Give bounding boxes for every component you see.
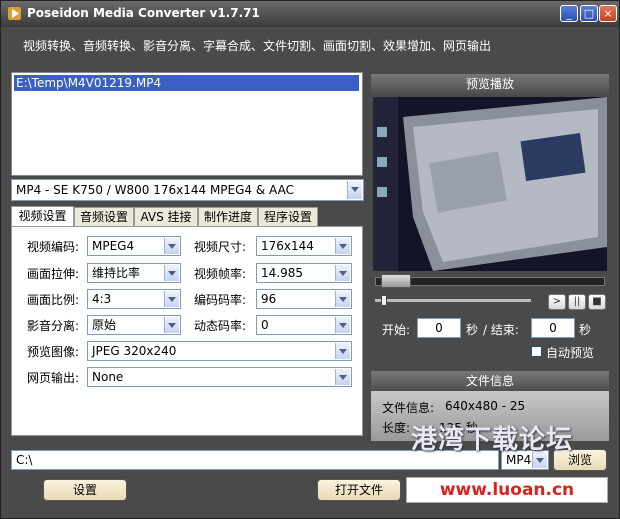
file-info-header: 文件信息 (371, 371, 609, 391)
info-video-label: 文件信息: (382, 401, 435, 415)
preview-image-value: JPEG 320x240 (92, 344, 177, 358)
bitrate-label: 编码码率: (194, 293, 247, 307)
app-icon (8, 7, 21, 20)
end-sec-label: 秒 (579, 323, 592, 337)
video-codec-select[interactable]: MPEG4 (87, 236, 181, 256)
stretch-value: 维持比率 (92, 266, 141, 280)
tab-program-settings[interactable]: 程序设置 (258, 207, 318, 227)
chevron-down-icon[interactable] (335, 369, 350, 385)
frame-rate-select[interactable]: 14.985 (256, 263, 352, 283)
seek-thumb[interactable] (381, 274, 411, 288)
close-button[interactable]: × (599, 5, 617, 22)
web-output-select[interactable]: None (87, 367, 352, 387)
tab-video-settings[interactable]: 视频设置 (11, 206, 74, 228)
video-size-value: 176x144 (261, 239, 314, 253)
chevron-down-icon[interactable] (335, 343, 350, 359)
info-length-label: 长度: (382, 421, 411, 435)
frame-rate-label: 视频帧率: (194, 267, 247, 281)
av-split-select[interactable]: 原始 (87, 315, 181, 335)
profile-select[interactable]: MP4 - SE K750 / W800 176x144 MPEG4 & AAC (11, 179, 364, 201)
start-input[interactable]: 0 (417, 318, 461, 338)
frame-rate-value: 14.985 (261, 266, 303, 280)
main-window: Poseidon Media Converter v1.7.71 _ □ × 视… (0, 0, 620, 519)
chevron-down-icon[interactable] (164, 317, 179, 333)
tab-progress[interactable]: 制作进度 (198, 207, 258, 227)
file-list[interactable]: E:\Temp\M4V01219.MP4 (11, 72, 363, 176)
stretch-select[interactable]: 维持比率 (87, 263, 181, 283)
chevron-down-icon[interactable] (335, 291, 350, 307)
av-split-label: 影音分离: (27, 319, 80, 333)
video-codec-label: 视频编码: (27, 240, 80, 254)
av-split-value: 原始 (92, 318, 117, 332)
window-title: Poseidon Media Converter v1.7.71 (27, 6, 260, 20)
tab-avs-hook[interactable]: AVS 挂接 (134, 207, 198, 227)
chevron-down-icon[interactable] (164, 291, 179, 307)
video-preview (373, 97, 607, 271)
stop-button[interactable]: ■ (588, 294, 606, 310)
chevron-down-icon[interactable] (335, 238, 350, 254)
end-label: / 结束: (483, 323, 519, 337)
title-bar: Poseidon Media Converter v1.7.71 _ □ × (1, 1, 619, 27)
settings-button[interactable]: 设置 (43, 479, 127, 501)
web-output-value: None (92, 370, 124, 384)
play-button[interactable]: > (548, 294, 566, 310)
watermark-url: www.luoan.cn (406, 477, 608, 503)
bitrate-value: 96 (261, 292, 277, 306)
minimize-button[interactable]: _ (560, 5, 578, 22)
open-file-button[interactable]: 打开文件 (317, 479, 401, 501)
aspect-value: 4:3 (92, 292, 112, 306)
seek-bar[interactable] (375, 274, 605, 288)
maximize-button[interactable]: □ (580, 5, 598, 22)
stretch-label: 画面拉伸: (27, 267, 80, 281)
dyn-bitrate-select[interactable]: 0 (256, 315, 352, 335)
video-codec-value: MPEG4 (92, 239, 135, 253)
profile-value: MP4 - SE K750 / W800 176x144 MPEG4 & AAC (16, 183, 294, 197)
tab-audio-settings[interactable]: 音频设置 (74, 207, 134, 227)
info-video-value: 640x480 - 25 (445, 399, 526, 413)
chevron-down-icon[interactable] (347, 181, 362, 199)
feature-menu[interactable]: 视频转换、音频转换、影音分离、字幕合成、文件切割、画面切割、效果增加、网页输出 (23, 37, 491, 54)
preview-image-label: 预览图像: (27, 345, 80, 359)
start-label: 开始: (382, 323, 411, 337)
video-size-select[interactable]: 176x144 (256, 236, 352, 256)
chevron-down-icon[interactable] (335, 317, 350, 333)
end-input[interactable]: 0 (531, 318, 575, 338)
auto-preview-label: 自动预览 (546, 346, 595, 360)
pause-button[interactable]: || (568, 294, 586, 310)
auto-preview-checkbox[interactable] (531, 346, 542, 357)
dyn-bitrate-value: 0 (261, 318, 269, 332)
web-output-label: 网页输出: (27, 371, 80, 385)
file-list-item[interactable]: E:\Temp\M4V01219.MP4 (14, 75, 359, 91)
aspect-label: 画面比例: (27, 293, 80, 307)
bitrate-select[interactable]: 96 (256, 289, 352, 309)
chevron-down-icon[interactable] (164, 238, 179, 254)
volume-slider[interactable] (375, 295, 531, 307)
chevron-down-icon[interactable] (164, 265, 179, 281)
watermark-text: 港湾下载论坛 (411, 425, 574, 455)
aspect-select[interactable]: 4:3 (87, 289, 181, 309)
preview-header: 预览播放 (371, 74, 609, 94)
dyn-bitrate-label: 动态码率: (194, 319, 247, 333)
video-settings-page: 视频编码: MPEG4 视频尺寸: 176x144 画面拉伸: 维持比率 视频帧… (11, 226, 363, 436)
chevron-down-icon[interactable] (335, 265, 350, 281)
video-size-label: 视频尺寸: (194, 240, 247, 254)
start-sec-label: 秒 (466, 323, 479, 337)
preview-frame (373, 97, 607, 271)
preview-image-select[interactable]: JPEG 320x240 (87, 341, 352, 361)
